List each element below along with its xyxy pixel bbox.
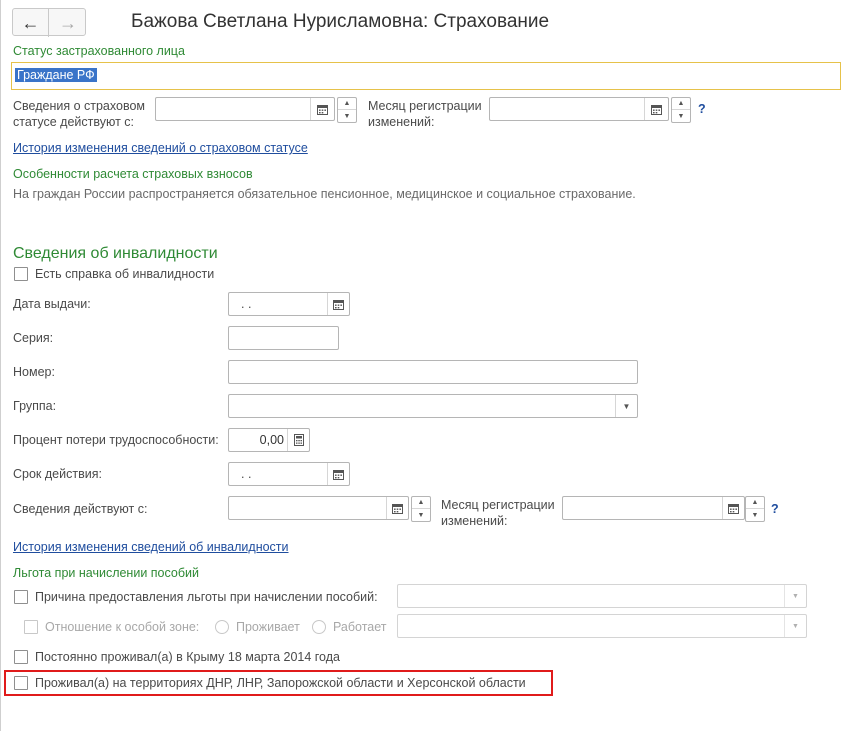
arrow-right-icon: →: [59, 12, 77, 33]
has-certificate-label: Есть справка об инвалидности: [35, 267, 215, 281]
validity-input[interactable]: . .: [228, 462, 350, 486]
status-label: Статус застрахованного лица: [13, 44, 185, 58]
benefits-section-label: Льгота при начислении пособий: [13, 566, 199, 580]
window-border: [0, 0, 1, 731]
status-input[interactable]: Граждане РФ: [11, 62, 841, 90]
reg-month-label: Месяц регистрации изменений:: [368, 99, 482, 129]
help-icon[interactable]: ?: [771, 502, 779, 516]
loss-percent-label: Процент потери трудоспособности:: [13, 433, 219, 447]
benefit-reason-checkbox[interactable]: [14, 590, 28, 604]
spin-down-icon[interactable]: ▼: [338, 110, 356, 122]
special-zone-checkbox[interactable]: [24, 620, 38, 634]
calendar-icon[interactable]: [722, 497, 744, 519]
calendar-icon[interactable]: [327, 463, 349, 485]
reg-month-spinner[interactable]: ▲ ▼: [671, 97, 691, 123]
reg-month-input[interactable]: [489, 97, 669, 121]
effective-from-input[interactable]: [228, 496, 409, 520]
page-title: Бажова Светлана Нурисламовна: Страховани…: [131, 11, 550, 32]
issue-date-label: Дата выдачи:: [13, 297, 91, 311]
disability-reg-month-spinner[interactable]: ▲ ▼: [745, 496, 765, 522]
dropdown-arrow-icon[interactable]: ▼: [784, 585, 806, 607]
special-zone-label: Отношение к особой зоне:: [45, 620, 200, 634]
special-zone-select[interactable]: ▼: [397, 614, 807, 638]
arrow-left-icon: ←: [21, 12, 40, 33]
status-value: Граждане РФ: [15, 68, 97, 82]
zone-lives-label: Проживает: [236, 620, 300, 634]
back-button[interactable]: ←: [13, 9, 49, 37]
series-label: Серия:: [13, 331, 54, 345]
number-input[interactable]: [228, 360, 638, 384]
benefit-reason-select[interactable]: ▼: [397, 584, 807, 608]
calendar-icon[interactable]: [386, 497, 408, 519]
spin-up-icon[interactable]: ▲: [412, 497, 430, 509]
dropdown-arrow-icon[interactable]: ▼: [615, 395, 637, 417]
calculator-icon[interactable]: [287, 429, 309, 451]
spin-down-icon[interactable]: ▼: [412, 509, 430, 521]
features-label: Особенности расчета страховых взносов: [13, 167, 253, 181]
zone-works-label: Работает: [333, 620, 387, 634]
crimea-checkbox[interactable]: [14, 650, 28, 664]
effective-from-label: Сведения действуют с:: [13, 502, 148, 516]
spin-down-icon[interactable]: ▼: [746, 509, 764, 521]
calendar-icon[interactable]: [310, 98, 334, 120]
number-label: Номер:: [13, 365, 55, 379]
features-text: На граждан России распространяется обяза…: [13, 187, 636, 201]
spin-up-icon[interactable]: ▲: [746, 497, 764, 509]
loss-percent-input[interactable]: 0,00: [228, 428, 310, 452]
series-input[interactable]: [228, 326, 339, 350]
group-select[interactable]: ▼: [228, 394, 638, 418]
effective-from-spinner[interactable]: ▲ ▼: [411, 496, 431, 522]
nav-buttons: ← →: [12, 8, 86, 37]
calendar-icon[interactable]: [644, 98, 668, 120]
issue-date-input[interactable]: . .: [228, 292, 350, 316]
status-effective-label: Сведения о страховом статусе действуют с…: [13, 99, 145, 129]
status-history-link[interactable]: История изменения сведений о страховом с…: [13, 141, 308, 155]
territories-checkbox[interactable]: [14, 676, 28, 690]
disability-reg-month-input[interactable]: [562, 496, 745, 520]
calendar-icon[interactable]: [327, 293, 349, 315]
disability-section-title: Сведения об инвалидности: [13, 245, 218, 262]
group-label: Группа:: [13, 399, 57, 413]
status-effective-spinner[interactable]: ▲ ▼: [337, 97, 357, 123]
forward-button[interactable]: →: [50, 9, 86, 37]
crimea-label: Постоянно проживал(а) в Крыму 18 марта 2…: [35, 650, 340, 664]
disability-history-link[interactable]: История изменения сведений об инвалиднос…: [13, 540, 289, 554]
has-certificate-checkbox[interactable]: [14, 267, 28, 281]
zone-lives-radio[interactable]: [215, 620, 229, 634]
spin-down-icon[interactable]: ▼: [672, 110, 690, 122]
validity-label: Срок действия:: [13, 467, 102, 481]
status-effective-date-input[interactable]: [155, 97, 335, 121]
spin-up-icon[interactable]: ▲: [672, 98, 690, 110]
territories-label: Проживал(а) на территориях ДНР, ЛНР, Зап…: [35, 676, 526, 690]
help-icon[interactable]: ?: [698, 102, 706, 116]
zone-works-radio[interactable]: [312, 620, 326, 634]
benefit-reason-label: Причина предоставления льготы при начисл…: [35, 590, 378, 604]
disability-reg-month-label: Месяц регистрации изменений:: [441, 498, 555, 528]
spin-up-icon[interactable]: ▲: [338, 98, 356, 110]
dropdown-arrow-icon[interactable]: ▼: [784, 615, 806, 637]
